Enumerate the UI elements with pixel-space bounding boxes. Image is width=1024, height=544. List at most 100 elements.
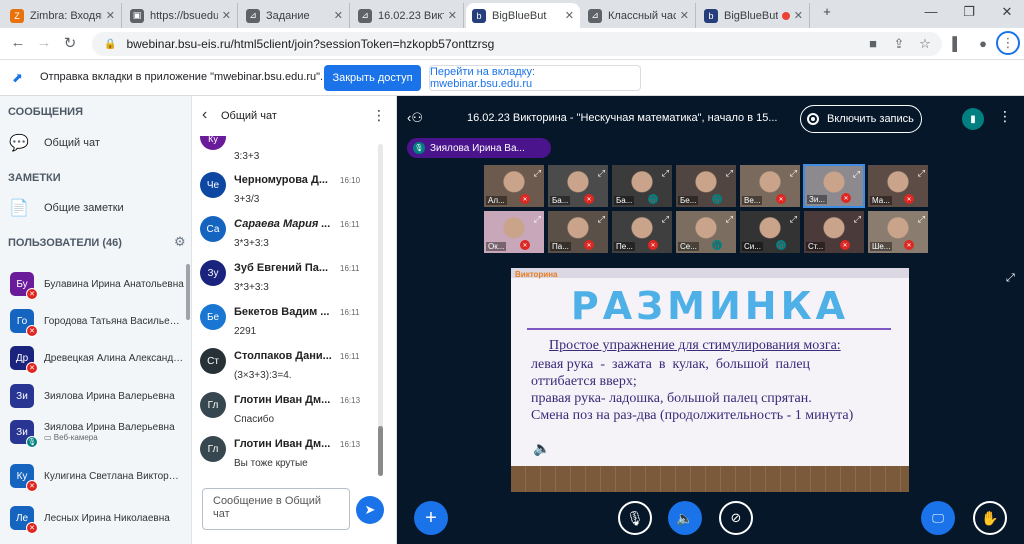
presenter-name: Зиялова Ирина Ва...: [430, 142, 525, 154]
video-tile[interactable]: Ок... ✕ ⤢: [483, 210, 545, 254]
public-chat-item[interactable]: 💬 Общий чат: [8, 129, 184, 157]
message-text: Вы тоже крутые: [234, 458, 308, 469]
record-label: Включить запись: [827, 113, 914, 125]
browser-tab[interactable]: b BigBlueBut ✕: [466, 3, 580, 28]
tab-title: https://bsuedu: [150, 9, 218, 22]
video-tile[interactable]: Па... ✕ ⤢: [547, 210, 609, 254]
video-tile[interactable]: Си... 🎧 ⤢: [739, 210, 801, 254]
close-tab-icon[interactable]: ✕: [448, 9, 457, 22]
chat-options-icon[interactable]: ⋮: [372, 107, 386, 124]
user-list-item[interactable]: Бу ✕ Булавина Ирина Анатольевна: [10, 266, 186, 302]
expand-icon[interactable]: ⤢: [534, 214, 541, 225]
forward-arrow-icon[interactable]: →: [34, 34, 54, 51]
users-scrollbar[interactable]: [186, 264, 190, 320]
gear-icon[interactable]: ⚙: [174, 234, 186, 250]
browser-tab[interactable]: ⊿ 16.02.23 Виктор ✕: [352, 3, 464, 28]
camera-icon[interactable]: ■: [864, 36, 882, 51]
user-list-item[interactable]: Зи Зиялова Ирина Валерьевна: [10, 378, 186, 414]
close-window-button[interactable]: ✕: [992, 4, 1022, 20]
url-bar[interactable]: 🔒 bwebinar.bsu-eis.ru/html5client/join?s…: [92, 32, 942, 56]
user-list-item[interactable]: Др ✕ Древецкая Алина Александро...: [10, 340, 186, 376]
chat-scroll-thumb[interactable]: [378, 426, 383, 476]
expand-icon[interactable]: ⤢: [790, 168, 797, 179]
favicon-icon: ▣: [130, 8, 144, 23]
muted-microphone-icon[interactable]: 🎙: [618, 501, 652, 535]
expand-icon[interactable]: ⤢: [726, 214, 733, 225]
browser-tab[interactable]: ⊿ Классный час ✕: [582, 3, 696, 28]
record-button[interactable]: Включить запись: [800, 105, 922, 133]
expand-icon[interactable]: ⤢: [918, 168, 925, 179]
avatar: Ку ✕: [10, 464, 38, 492]
muted-mic-icon: ✕: [904, 240, 914, 250]
user-list-item[interactable]: Зи 🎙 Зиялова Ирина Валерьевна ▭ Веб-камера: [10, 414, 186, 450]
video-off-icon[interactable]: ⊘: [719, 501, 753, 535]
close-tab-icon[interactable]: ✕: [106, 9, 115, 22]
profile-icon[interactable]: ●: [974, 36, 992, 51]
toggle-panels-icon[interactable]: ‹⚇: [407, 110, 423, 126]
video-tile[interactable]: Ве... ✕ ⤢: [739, 164, 801, 208]
message-author: Глотин Иван Дм...: [234, 394, 331, 406]
video-tile[interactable]: Ал... ✕ ⤢: [483, 164, 545, 208]
audio-speaker-icon[interactable]: 🔈: [668, 501, 702, 535]
new-tab-button[interactable]: +: [812, 4, 842, 19]
video-tile[interactable]: Бе... 🎧 ⤢: [675, 164, 737, 208]
meeting-title: 16.02.23 Викторина - "Нескучная математи…: [467, 112, 777, 124]
expand-icon[interactable]: ⤢: [598, 168, 605, 179]
options-kebab-icon[interactable]: ⋮: [998, 108, 1012, 125]
menu-kebab-icon[interactable]: ⋮: [996, 31, 1020, 55]
minimize-button[interactable]: —: [916, 4, 946, 19]
message-time: 16:11: [340, 352, 360, 361]
user-list-item[interactable]: Ку ✕ Кулигина Светлана Викторовна: [10, 458, 186, 494]
reload-icon[interactable]: ↻: [60, 34, 80, 52]
expand-icon[interactable]: ⤢: [853, 169, 860, 180]
raise-hand-icon[interactable]: ✋: [973, 501, 1007, 535]
screen-share-icon[interactable]: 🖵: [921, 501, 955, 535]
plus-actions-button[interactable]: +: [414, 501, 448, 535]
share-icon[interactable]: ⇪: [890, 36, 908, 52]
avatar: Др ✕: [10, 346, 38, 374]
side-panel-icon[interactable]: ▌: [948, 36, 966, 51]
close-tab-icon[interactable]: ✕: [334, 9, 343, 22]
video-tile[interactable]: Ма... ✕ ⤢: [867, 164, 929, 208]
back-arrow-icon[interactable]: ←: [8, 34, 28, 51]
browser-tab[interactable]: ▣ https://bsuedu ✕: [124, 3, 238, 28]
video-tile[interactable]: Зи... ✕ ⤢: [803, 164, 865, 208]
expand-icon[interactable]: ⤢: [662, 168, 669, 179]
video-tile[interactable]: Ст... ✕ ⤢: [803, 210, 865, 254]
video-participant-name: Зи...: [807, 195, 827, 204]
fullscreen-icon[interactable]: ⤢: [1006, 272, 1015, 285]
expand-icon[interactable]: ⤢: [598, 214, 605, 225]
browser-tab[interactable]: b BigBlueBut ✕: [698, 3, 810, 28]
user-list-item[interactable]: Ле ✕ Лесных Ирина Николаевна: [10, 500, 186, 536]
close-tab-icon[interactable]: ✕: [565, 9, 574, 22]
connection-status-icon[interactable]: ▮: [962, 108, 984, 130]
user-list-item[interactable]: Го ✕ Городова Татьяна Васильевна: [10, 303, 186, 339]
expand-icon[interactable]: ⤢: [918, 214, 925, 225]
expand-icon[interactable]: ⤢: [662, 214, 669, 225]
stop-sharing-button[interactable]: Закрыть доступ: [324, 65, 421, 91]
browser-tab[interactable]: Z Zimbra: Входящ ✕: [4, 3, 122, 28]
close-tab-icon[interactable]: ✕: [794, 9, 803, 22]
chevron-left-icon[interactable]: ‹: [202, 106, 207, 124]
expand-icon[interactable]: ⤢: [854, 214, 861, 225]
send-icon[interactable]: ➤: [356, 496, 384, 524]
expand-icon[interactable]: ⤢: [534, 168, 541, 179]
video-tile[interactable]: Ба... ✕ ⤢: [547, 164, 609, 208]
close-tab-icon[interactable]: ✕: [680, 9, 689, 22]
chat-message-input[interactable]: Сообщение в Общий чат: [202, 488, 350, 530]
bookmark-star-icon[interactable]: ☆: [916, 36, 934, 52]
shared-notes-item[interactable]: 📄 Общие заметки: [8, 194, 184, 222]
favicon-icon: Z: [10, 8, 24, 23]
video-tile[interactable]: Ба... 🎧 ⤢: [611, 164, 673, 208]
restore-button[interactable]: ❐: [954, 4, 984, 20]
video-participant-name: Ст...: [806, 242, 826, 251]
browser-tab[interactable]: ⊿ Задание ✕: [240, 3, 350, 28]
video-tile[interactable]: Ше... ✕ ⤢: [867, 210, 929, 254]
close-tab-icon[interactable]: ✕: [222, 9, 231, 22]
expand-icon[interactable]: ⤢: [790, 214, 797, 225]
video-tile[interactable]: Се... 🎧 ⤢: [675, 210, 737, 254]
video-tile[interactable]: Пе... ✕ ⤢: [611, 210, 673, 254]
go-to-tab-button[interactable]: Перейти на вкладку: mwebinar.bsu.edu.ru: [429, 65, 641, 91]
expand-icon[interactable]: ⤢: [726, 168, 733, 179]
avatar: Зу: [200, 260, 226, 286]
